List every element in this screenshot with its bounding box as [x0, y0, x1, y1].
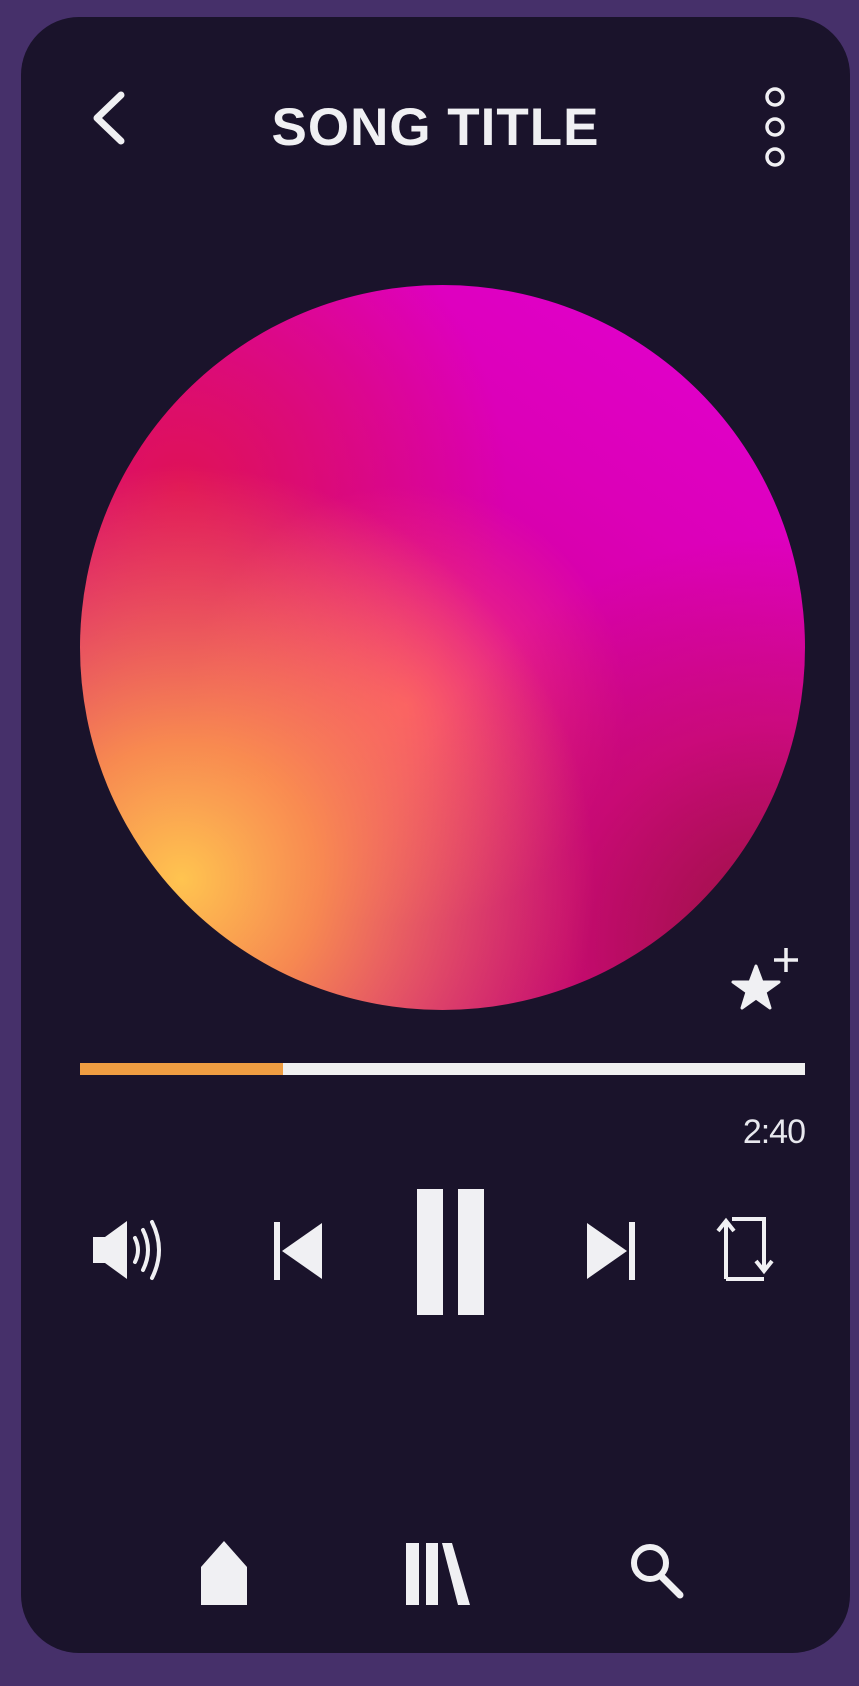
vertical-dots-icon [765, 87, 785, 167]
skip-next-icon [587, 1222, 635, 1280]
top-bar: SONG TITLE [21, 17, 850, 217]
previous-button[interactable] [268, 1212, 328, 1292]
star-plus-icon [731, 948, 798, 1010]
nav-home-button[interactable] [199, 1537, 249, 1607]
progress-fill [80, 1063, 283, 1075]
album-artwork [80, 285, 805, 1010]
skip-previous-icon [274, 1222, 322, 1280]
search-icon [631, 1544, 684, 1599]
repeat-icon [716, 1217, 774, 1281]
nav-library-button[interactable] [404, 1537, 474, 1607]
pause-icon [417, 1189, 484, 1315]
speaker-volume-icon [93, 1220, 161, 1280]
bottom-navigation [21, 1517, 850, 1647]
add-favorite-button[interactable] [728, 930, 806, 1020]
nav-search-button[interactable] [626, 1539, 686, 1604]
more-options-button[interactable] [750, 77, 800, 177]
pause-button[interactable] [414, 1179, 488, 1319]
player-screen: SONG TITLE 2:40 [21, 17, 850, 1653]
progress-bar[interactable] [80, 1063, 805, 1075]
song-title: SONG TITLE [271, 98, 600, 157]
library-icon [406, 1543, 470, 1605]
volume-button[interactable] [91, 1210, 176, 1290]
next-button[interactable] [581, 1212, 641, 1292]
repeat-button[interactable] [714, 1209, 776, 1289]
home-icon [201, 1541, 247, 1605]
time-remaining: 2:40 [742, 1113, 806, 1151]
